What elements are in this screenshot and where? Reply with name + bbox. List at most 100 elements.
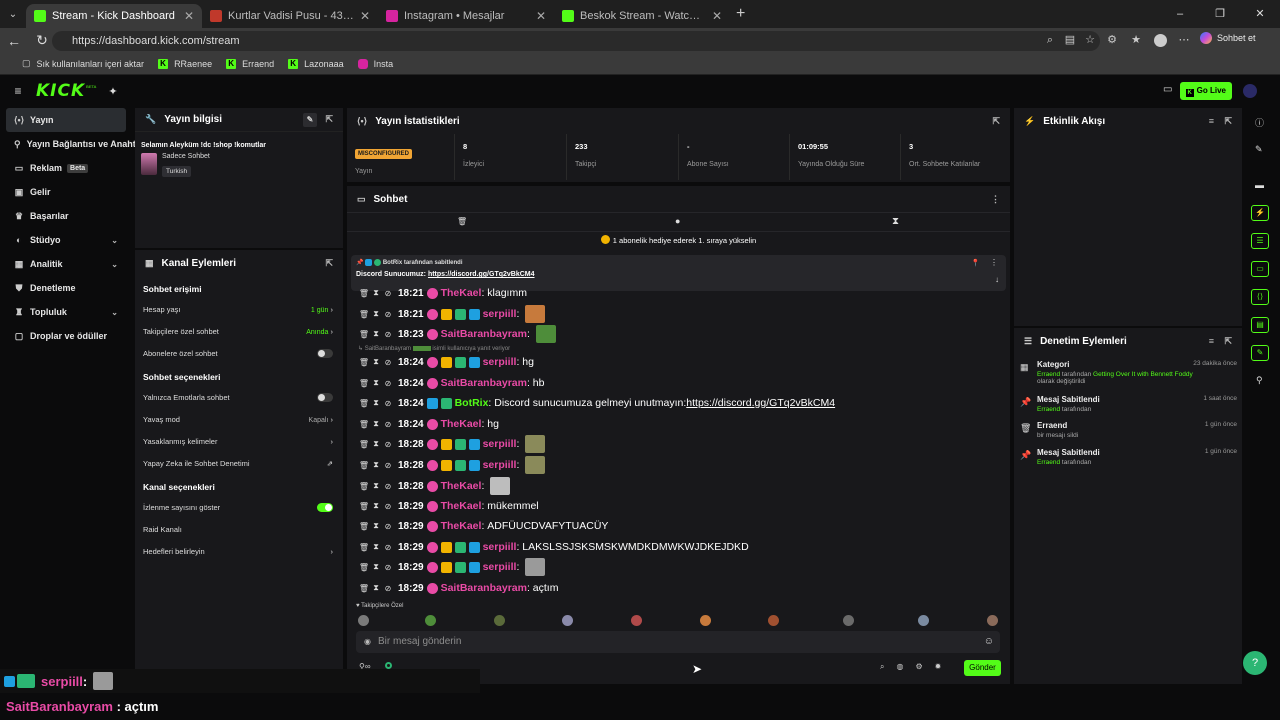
raid-row[interactable]: Raid Kanalı (135, 518, 343, 540)
chatter-avatar[interactable] (700, 615, 711, 626)
chat-message[interactable]: 🗑 ⧗ ⊘ 18:23 SaitBaranbayram: (358, 324, 556, 344)
sidebar-item-3[interactable]: ▣ Gelir (0, 180, 132, 204)
followers-chat-row[interactable]: Takipçilere özel sohbet Anında › (135, 320, 343, 342)
emoji-icon[interactable]: ☺ (984, 631, 994, 653)
ban-icon[interactable]: ⊘ (382, 543, 394, 552)
bookmark-item[interactable]: K Erraend (226, 58, 274, 69)
delete-icon[interactable]: 🗑 (358, 461, 370, 470)
timeout-icon[interactable]: ⧗ (370, 378, 382, 388)
browser-tab[interactable]: Beskok Stream - Watch Live on Kick ✕ (554, 4, 730, 28)
favorites-bar-icon[interactable]: ★ (1124, 28, 1148, 53)
chat-message[interactable]: 🗑 ⧗ ⊘ 18:24 TheKael: hg (358, 414, 499, 434)
delete-icon[interactable]: 🗑 (358, 399, 370, 408)
delete-icon[interactable]: 🗑 (358, 584, 370, 593)
delete-icon[interactable]: 🗑 (358, 502, 370, 511)
ban-icon[interactable]: ⊘ (382, 379, 394, 388)
sidebar-item-8[interactable]: ♜ Topluluk ⌄ (0, 300, 132, 324)
message-username[interactable]: BotRix (455, 397, 489, 409)
goals-row[interactable]: Hedefleri belirleyin › (135, 540, 343, 562)
moderation-item[interactable]: Mesaj Sabitlendi Erraend tarafından 1 gün … (1037, 448, 1237, 466)
chat-message[interactable]: 🗑 ⧗ ⊘ 18:28 TheKael: (358, 476, 511, 496)
chatter-avatar[interactable] (425, 615, 436, 626)
info-panel-icon[interactable]: ▤ (1251, 317, 1269, 333)
moderation-item[interactable]: Erraend bir mesajı sildi 1 gün önce (1037, 421, 1237, 439)
back-icon[interactable]: ← (0, 33, 28, 49)
tab-close-icon[interactable]: ✕ (536, 9, 546, 23)
settings-icon[interactable]: ✹ (935, 662, 942, 672)
timeout-icon[interactable]: ⧗ (370, 481, 382, 491)
more-vertical-icon[interactable]: ⋮ (991, 194, 1000, 205)
ban-icon[interactable]: ⊘ (382, 482, 394, 491)
filter-icon[interactable]: ≡ (1209, 336, 1214, 346)
sidebar-item-6[interactable]: ▦ Analitik ⌄ (0, 252, 132, 276)
bookmark-item[interactable]: K RRaenee (158, 58, 212, 69)
reader-icon[interactable]: ▤ (1060, 28, 1080, 53)
chat-message[interactable]: 🗑 ⧗ ⊘ 18:24 SaitBaranbayram: hb (358, 373, 545, 393)
favorite-icon[interactable]: ☆ (1080, 28, 1100, 53)
chatter-avatar[interactable] (987, 615, 998, 626)
ban-icon[interactable]: ⊘ (382, 584, 394, 593)
tab-close-icon[interactable]: ✕ (360, 9, 370, 23)
timeout-icon[interactable]: ⧗ (370, 542, 382, 552)
wrench-panel-icon[interactable]: ✎ (1251, 345, 1269, 361)
chatter-avatar[interactable] (843, 615, 854, 626)
chatter-avatar[interactable] (631, 615, 642, 626)
emotes-only-toggle[interactable] (317, 392, 333, 402)
chatter-avatar[interactable] (918, 615, 929, 626)
timeout-icon[interactable]: ⧗ (370, 288, 382, 298)
timeout-icon[interactable]: ⧗ (370, 562, 382, 572)
message-username[interactable]: SaitBaranbayram (441, 582, 527, 594)
timeout-icon[interactable]: ⧗ (370, 460, 382, 470)
user-avatar[interactable] (1243, 84, 1257, 98)
unpin-icon[interactable]: 📍 (971, 259, 980, 267)
new-tab-button[interactable]: + (736, 5, 745, 23)
pinned-link[interactable]: https://discord.gg/GTq2vBkCM4 (428, 271, 535, 278)
ban-icon[interactable]: ⊘ (382, 461, 394, 470)
chat-bubble-icon[interactable]: ◍ (896, 662, 903, 672)
zoom-icon[interactable]: ⌕ (1040, 28, 1060, 53)
message-link[interactable]: https://discord.gg/GTq2vBkCM4 (686, 397, 835, 409)
chatter-avatar[interactable] (494, 615, 505, 626)
message-username[interactable]: serpiill (483, 541, 517, 553)
message-username[interactable]: TheKael (441, 480, 482, 492)
message-username[interactable]: TheKael (441, 500, 482, 512)
account-age-row[interactable]: Hesap yaşı 1 gün › (135, 298, 343, 320)
chat-message[interactable]: 🗑 ⧗ ⊘ 18:29 TheKael: mükemmel (358, 496, 539, 516)
bolt-panel-icon[interactable]: ⚡ (1251, 205, 1269, 221)
bookmark-item[interactable]: K Lazonaaa (288, 58, 344, 69)
chat-message[interactable]: 🗑 ⧗ ⊘ 18:21 TheKael: klagımm (358, 283, 527, 303)
help-button[interactable]: ? (1243, 651, 1267, 675)
gift-banner[interactable]: 1 abonelik hediye ederek 1. sıraya yükse… (347, 235, 1010, 249)
sidebar-item-9[interactable]: ▢ Droplar ve ödüller (0, 324, 132, 348)
delete-icon[interactable]: 🗑 (358, 420, 370, 429)
ban-icon[interactable]: ⊘ (382, 563, 394, 572)
ban-icon[interactable]: ⊘ (382, 289, 394, 298)
search-icon[interactable]: ⌕ (880, 662, 884, 672)
edit-icon[interactable]: ✎ (303, 113, 317, 127)
message-username[interactable]: serpiill (483, 438, 517, 450)
menu-icon[interactable]: ≡ (0, 84, 36, 98)
message-username[interactable]: TheKael (441, 418, 482, 430)
timeout-icon[interactable]: ⧗ (370, 583, 382, 593)
message-username[interactable]: serpiill (483, 356, 517, 368)
info-icon[interactable]: ⓘ (1255, 116, 1264, 129)
ban-icon[interactable]: ⊘ (382, 440, 394, 449)
timeout-icon[interactable]: ⧗ (370, 419, 382, 429)
expand-icon[interactable]: ↓ (995, 275, 999, 284)
timeout-icon[interactable]: ⧗ (370, 501, 382, 511)
tab-menu-icon[interactable]: ⌄ (0, 9, 26, 20)
copilot-button[interactable]: Sohbet et (1200, 32, 1256, 44)
maximize-icon[interactable]: ❐ (1200, 0, 1240, 28)
sidebar-item-7[interactable]: ⛊ Denetleme (0, 276, 132, 300)
delete-icon[interactable]: 🗑 (358, 379, 370, 388)
delete-icon[interactable]: 🗑 (358, 310, 370, 319)
delete-icon[interactable]: 🗑 (358, 543, 370, 552)
sidebar-item-2[interactable]: ▭ Reklam Beta (0, 156, 132, 180)
ban-icon[interactable]: ⊘ (382, 310, 394, 319)
message-username[interactable]: serpiill (483, 561, 517, 573)
message-username[interactable]: serpiill (483, 308, 517, 320)
bookmark-item[interactable]: Insta (357, 58, 393, 69)
chat-message[interactable]: 🗑 ⧗ ⊘ 18:24 BotRix: Discord sunucumuza gelme… (358, 393, 835, 413)
close-window-icon[interactable]: ✕ (1240, 0, 1280, 28)
ban-icon[interactable]: ⊘ (382, 399, 394, 408)
